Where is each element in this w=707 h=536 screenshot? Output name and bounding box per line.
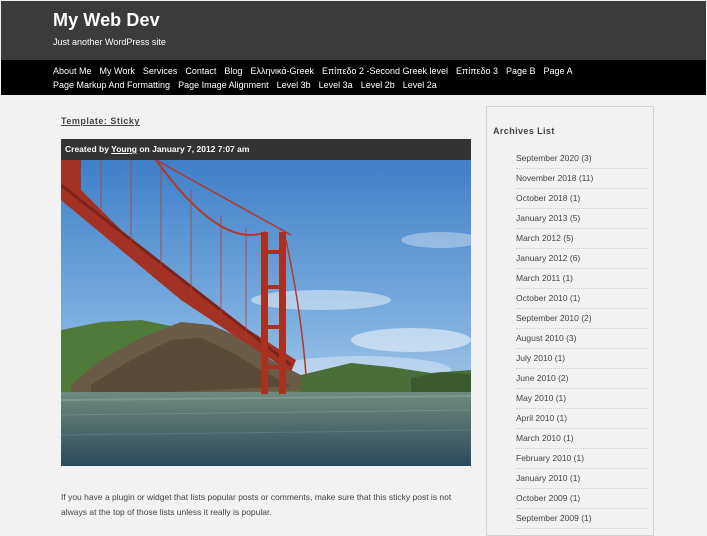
nav-item[interactable]: Page B [506, 65, 536, 77]
archive-link[interactable]: February 2010 (1) [516, 453, 584, 463]
sidebar: Archives List September 2020 (3) November… [486, 106, 654, 536]
nav-item[interactable]: Contact [185, 65, 216, 77]
site-description: Just another WordPress site [53, 37, 166, 47]
archive-link[interactable]: September 2009 (1) [516, 513, 592, 523]
archive-item: October 2018 (1) [516, 189, 648, 209]
nav-row-secondary: Page Markup And Formatting Page Image Ali… [53, 79, 445, 91]
archive-link[interactable]: August 2010 (3) [516, 333, 576, 343]
archive-item: January 2013 (5) [516, 209, 648, 229]
site-header: My Web Dev Just another WordPress site [1, 1, 706, 60]
archive-link[interactable]: January 2010 (1) [516, 473, 580, 483]
archive-link[interactable]: September 2020 (3) [516, 153, 592, 163]
archive-item: July 2010 (1) [516, 349, 648, 369]
archive-link[interactable]: November 2018 (11) [516, 173, 593, 183]
post-featured-image [61, 160, 471, 466]
archive-item: May 2010 (1) [516, 389, 648, 409]
nav-item[interactable]: Level 2b [361, 79, 395, 91]
archive-item: March 2012 (5) [516, 229, 648, 249]
nav-item[interactable]: Page Markup And Formatting [53, 79, 170, 91]
archive-item: February 2010 (1) [516, 449, 648, 469]
meta-prefix: Created by [65, 144, 109, 154]
archive-link[interactable]: March 2012 (5) [516, 233, 574, 243]
archive-link[interactable]: January 2012 (6) [516, 253, 580, 263]
archive-link[interactable]: March 2011 (1) [516, 273, 573, 283]
archive-item: August 2010 (3) [516, 329, 648, 349]
archive-link[interactable]: June 2010 (2) [516, 373, 568, 383]
main-content: Template: Sticky Created by Young on Jan… [0, 95, 707, 536]
archive-item: April 2010 (1) [516, 409, 648, 429]
archive-link[interactable]: October 2018 (1) [516, 193, 580, 203]
nav-item[interactable]: Ελληνικά-Greek [250, 65, 314, 77]
golden-gate-bridge-image [61, 160, 471, 466]
archive-item: November 2018 (11) [516, 169, 648, 189]
post-meta-bar: Created by Young on January 7, 2012 7:07… [61, 139, 471, 160]
archive-item: June 2010 (2) [516, 369, 648, 389]
nav-item[interactable]: Blog [224, 65, 242, 77]
archives-list: September 2020 (3) November 2018 (11) Octo… [516, 149, 648, 529]
site-title[interactable]: My Web Dev [53, 10, 160, 31]
archive-link[interactable]: October 2009 (1) [516, 493, 580, 503]
archive-link[interactable]: May 2010 (1) [516, 393, 566, 403]
nav-item[interactable]: Level 2a [403, 79, 437, 91]
nav-item[interactable]: Page Image Alignment [178, 79, 269, 91]
nav-row-primary: About Me My Work Services Contact Blog Ελληνι… [53, 65, 581, 77]
archive-item: September 2009 (1) [516, 509, 648, 529]
archive-link[interactable]: September 2010 (2) [516, 313, 592, 323]
archives-widget-title: Archives List [493, 126, 555, 136]
post-body-text: If you have a plugin or widget that list… [61, 491, 452, 517]
archive-item: March 2011 (1) [516, 269, 648, 289]
nav-item[interactable]: My Work [100, 65, 135, 77]
archive-link[interactable]: March 2010 (1) [516, 433, 574, 443]
archive-item: October 2009 (1) [516, 489, 648, 509]
archive-item: October 2010 (1) [516, 289, 648, 309]
nav-item[interactable]: Page A [544, 65, 573, 77]
post-title-link[interactable]: Template: Sticky [61, 116, 140, 126]
archive-item: January 2010 (1) [516, 469, 648, 489]
main-navigation: About Me My Work Services Contact Blog Ελληνι… [1, 60, 706, 95]
nav-item[interactable]: Services [143, 65, 178, 77]
archive-item: March 2010 (1) [516, 429, 648, 449]
archive-link[interactable]: April 2010 (1) [516, 413, 567, 423]
archive-item: September 2010 (2) [516, 309, 648, 329]
nav-item[interactable]: Level 3b [277, 79, 311, 91]
nav-item[interactable]: Επίπεδο 3 [456, 65, 498, 77]
archive-link[interactable]: July 2010 (1) [516, 353, 565, 363]
author-link[interactable]: Young [111, 144, 137, 154]
archive-link[interactable]: January 2013 (5) [516, 213, 580, 223]
nav-item[interactable]: Επίπεδο 2 -Second Greek level [322, 65, 448, 77]
archive-item: September 2020 (3) [516, 149, 648, 169]
nav-item[interactable]: Level 3a [319, 79, 353, 91]
archive-link[interactable]: October 2010 (1) [516, 293, 580, 303]
nav-item[interactable]: About Me [53, 65, 92, 77]
meta-date: on January 7, 2012 7:07 am [139, 144, 250, 154]
archive-item: January 2012 (6) [516, 249, 648, 269]
